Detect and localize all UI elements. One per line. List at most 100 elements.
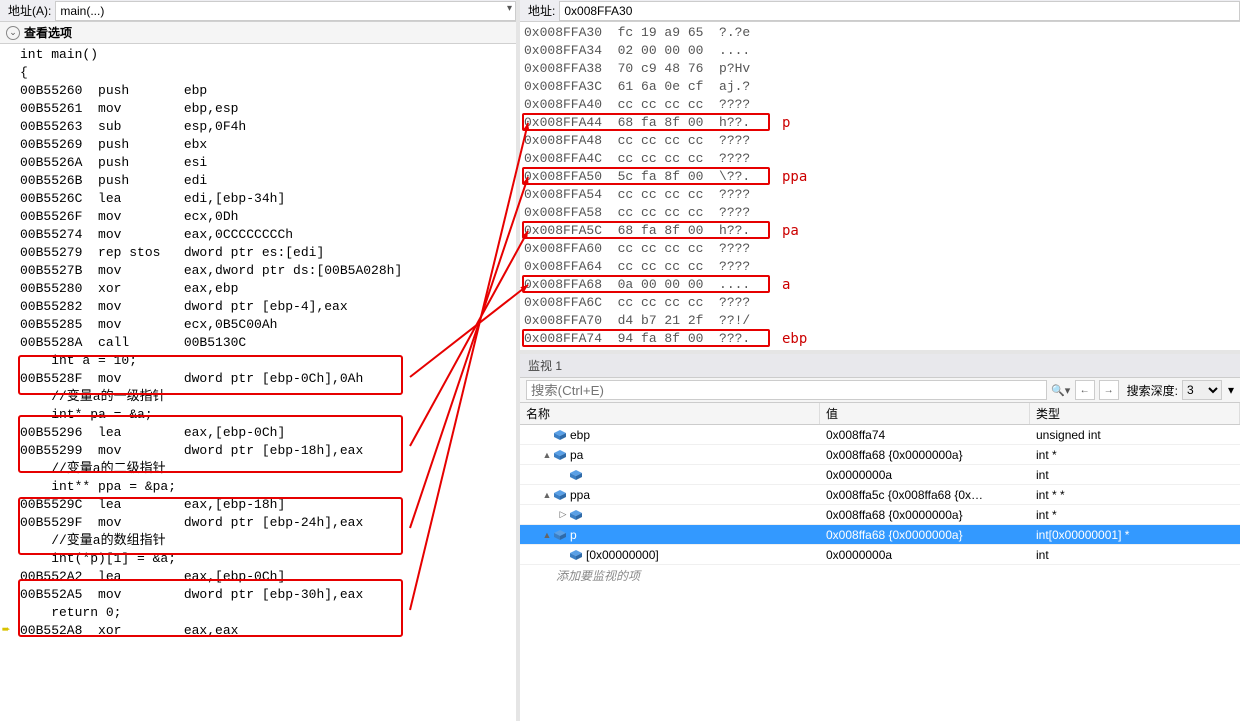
watch-var-name: ppa bbox=[570, 488, 590, 502]
code-line[interactable]: 00B5526B push edi bbox=[20, 172, 516, 190]
memory-line[interactable]: 0x008FFA30 fc 19 a9 65 ?.?e bbox=[524, 24, 1236, 42]
memory-line[interactable]: 0x008FFA70 d4 b7 21 2f ??!/ bbox=[524, 312, 1236, 330]
memory-dump[interactable]: 0x008FFA30 fc 19 a9 65 ?.?e0x008FFA34 02… bbox=[520, 22, 1240, 354]
watch-var-type: int[0x00000001] * bbox=[1030, 525, 1240, 544]
watch-add-item[interactable]: 添加要监视的项 bbox=[520, 565, 1240, 586]
code-line[interactable]: 00B55263 sub esp,0F4h bbox=[20, 118, 516, 136]
search-icon[interactable]: 🔍▾ bbox=[1051, 380, 1071, 400]
code-line[interactable]: int main() bbox=[20, 46, 516, 64]
code-line[interactable]: 00B55285 mov ecx,0B5C00Ah bbox=[20, 316, 516, 334]
code-line[interactable]: 00B55261 mov ebp,esp bbox=[20, 100, 516, 118]
code-line[interactable]: //变量a的二级指针 bbox=[20, 460, 516, 478]
code-line[interactable]: int* pa = &a; bbox=[20, 406, 516, 424]
watch-row[interactable]: ▲ ppa 0x008ffa5c {0x008ffa68 {0x…int * * bbox=[520, 485, 1240, 505]
code-line[interactable]: 00B55274 mov eax,0CCCCCCCCh bbox=[20, 226, 516, 244]
code-line[interactable]: 00B55282 mov dword ptr [ebp-4],eax bbox=[20, 298, 516, 316]
search-prev-button[interactable]: ← bbox=[1075, 380, 1095, 400]
expander-icon[interactable]: ▷ bbox=[558, 509, 568, 520]
watch-col-value[interactable]: 值 bbox=[820, 403, 1030, 424]
watch-var-type: int * bbox=[1030, 505, 1240, 524]
code-line[interactable]: 00B55280 xor eax,ebp bbox=[20, 280, 516, 298]
watch-var-name: ebp bbox=[570, 428, 590, 442]
code-line[interactable]: 00B5528F mov dword ptr [ebp-0Ch],0Ah bbox=[20, 370, 516, 388]
memory-line[interactable]: 0x008FFA74 94 fa 8f 00 ???. bbox=[524, 330, 1236, 348]
memory-line[interactable]: 0x008FFA6C cc cc cc cc ???? bbox=[524, 294, 1236, 312]
memory-line[interactable]: 0x008FFA58 cc cc cc cc ???? bbox=[524, 204, 1236, 222]
current-instruction-icon: ➨ bbox=[2, 622, 16, 636]
code-line[interactable]: 00B552A5 mov dword ptr [ebp-30h],eax bbox=[20, 586, 516, 604]
watch-var-type: int * * bbox=[1030, 485, 1240, 504]
memory-line[interactable]: 0x008FFA34 02 00 00 00 .... bbox=[524, 42, 1236, 60]
watch-row[interactable]: ebp0x008ffa74unsigned int bbox=[520, 425, 1240, 445]
memory-line[interactable]: 0x008FFA38 70 c9 48 76 p?Hv bbox=[524, 60, 1236, 78]
disassembly-panel: 地址(A): ▾ ⌄ 查看选项 int main(){00B55260 push… bbox=[0, 0, 520, 721]
code-line[interactable]: 00B5528A call 00B5130C bbox=[20, 334, 516, 352]
memory-line[interactable]: 0x008FFA4C cc cc cc cc ???? bbox=[524, 150, 1236, 168]
code-line[interactable]: return 0; bbox=[20, 604, 516, 622]
view-options-bar[interactable]: ⌄ 查看选项 bbox=[0, 22, 516, 44]
watch-var-value: 0x0000000a bbox=[820, 545, 1030, 564]
right-address-label: 地址: bbox=[520, 2, 559, 19]
watch-col-type[interactable]: 类型 bbox=[1030, 403, 1240, 424]
code-line[interactable]: 00B55269 push ebx bbox=[20, 136, 516, 154]
expander-icon[interactable]: ▲ bbox=[542, 530, 552, 540]
chevron-down-icon[interactable]: ⌄ bbox=[6, 26, 20, 40]
memory-line[interactable]: 0x008FFA64 cc cc cc cc ???? bbox=[524, 258, 1236, 276]
code-line[interactable]: 00B55279 rep stos dword ptr es:[edi] bbox=[20, 244, 516, 262]
watch-var-name: [0x00000000] bbox=[586, 548, 659, 562]
code-line[interactable]: { bbox=[20, 64, 516, 82]
watch-row[interactable]: ▲p0x008ffa68 {0x0000000a}int[0x00000001]… bbox=[520, 525, 1240, 545]
code-line[interactable]: 00B55260 push ebp bbox=[20, 82, 516, 100]
expander-icon[interactable]: ▲ bbox=[542, 490, 552, 500]
left-address-select[interactable] bbox=[55, 1, 516, 21]
watch-col-name[interactable]: 名称 bbox=[520, 403, 820, 424]
right-address-bar: 地址: bbox=[520, 0, 1240, 22]
code-line[interactable]: int a = 10; bbox=[20, 352, 516, 370]
memory-line[interactable]: 0x008FFA40 cc cc cc cc ???? bbox=[524, 96, 1236, 114]
memory-line[interactable]: 0x008FFA54 cc cc cc cc ???? bbox=[524, 186, 1236, 204]
variable-icon bbox=[554, 490, 566, 500]
search-next-button[interactable]: → bbox=[1099, 380, 1119, 400]
search-depth-select[interactable]: 3 bbox=[1182, 380, 1222, 400]
code-line[interactable]: //变量a的数组指针 bbox=[20, 532, 516, 550]
code-line[interactable]: 00B55296 lea eax,[ebp-0Ch] bbox=[20, 424, 516, 442]
watch-table: 名称 值 类型 ebp0x008ffa74unsigned int ▲ pa 0x00… bbox=[520, 403, 1240, 721]
code-line[interactable]: 00B5526F mov ecx,0Dh bbox=[20, 208, 516, 226]
code-line[interactable]: 00B5526A push esi bbox=[20, 154, 516, 172]
watch-row[interactable]: [0x00000000]0x0000000aint bbox=[520, 545, 1240, 565]
watch-var-value: 0x008ffa68 {0x0000000a} bbox=[820, 505, 1030, 524]
code-line[interactable]: int(*p)[1] = &a; bbox=[20, 550, 516, 568]
watch-search-bar: 🔍▾ ← → 搜索深度: 3 ▾ bbox=[520, 378, 1240, 403]
code-line[interactable]: int** ppa = &pa; bbox=[20, 478, 516, 496]
code-line[interactable]: 00B552A8 xor eax,eax bbox=[20, 622, 516, 640]
code-line[interactable]: 00B5527B mov eax,dword ptr ds:[00B5A028h… bbox=[20, 262, 516, 280]
watch-row[interactable]: ▷ 0x008ffa68 {0x0000000a}int * bbox=[520, 505, 1240, 525]
memory-line[interactable]: 0x008FFA60 cc cc cc cc ???? bbox=[524, 240, 1236, 258]
code-line[interactable]: 00B552A2 lea eax,[ebp-0Ch] bbox=[20, 568, 516, 586]
code-line[interactable]: //变量a的一级指针 bbox=[20, 388, 516, 406]
watch-var-value: 0x008ffa68 {0x0000000a} bbox=[820, 445, 1030, 464]
memory-line[interactable]: 0x008FFA44 68 fa 8f 00 h??. bbox=[524, 114, 1236, 132]
expander-icon[interactable]: ▲ bbox=[542, 450, 552, 460]
watch-row[interactable]: ▲pa0x008ffa68 {0x0000000a}int * bbox=[520, 445, 1240, 465]
memory-line[interactable]: 0x008FFA3C 61 6a 0e cf aj.? bbox=[524, 78, 1236, 96]
watch-var-value: 0x008ffa5c {0x008ffa68 {0x… bbox=[820, 485, 1030, 504]
memory-line[interactable]: 0x008FFA48 cc cc cc cc ???? bbox=[524, 132, 1236, 150]
search-depth-label: 搜索深度: bbox=[1127, 382, 1178, 399]
right-address-input[interactable] bbox=[559, 1, 1240, 21]
code-line[interactable]: 00B5526C lea edi,[ebp-34h] bbox=[20, 190, 516, 208]
memory-line[interactable]: 0x008FFA5C 68 fa 8f 00 h??. bbox=[524, 222, 1236, 240]
watch-var-value: 0x0000000a bbox=[820, 465, 1030, 484]
code-line[interactable]: 00B5529F mov dword ptr [ebp-24h],eax bbox=[20, 514, 516, 532]
left-address-label: 地址(A): bbox=[0, 2, 55, 19]
watch-var-name: pa bbox=[570, 448, 583, 462]
watch-search-input[interactable] bbox=[526, 380, 1047, 400]
watch-row[interactable]: 0x0000000aint bbox=[520, 465, 1240, 485]
disassembly-listing[interactable]: int main(){00B55260 push ebp00B55261 mov… bbox=[0, 44, 516, 721]
memory-var-label: p bbox=[782, 114, 790, 132]
code-line[interactable]: 00B5529C lea eax,[ebp-18h] bbox=[20, 496, 516, 514]
memory-var-label: ppa bbox=[782, 168, 807, 186]
memory-line[interactable]: 0x008FFA68 0a 00 00 00 .... bbox=[524, 276, 1236, 294]
code-line[interactable]: 00B55299 mov dword ptr [ebp-18h],eax bbox=[20, 442, 516, 460]
memory-line[interactable]: 0x008FFA50 5c fa 8f 00 \??. bbox=[524, 168, 1236, 186]
